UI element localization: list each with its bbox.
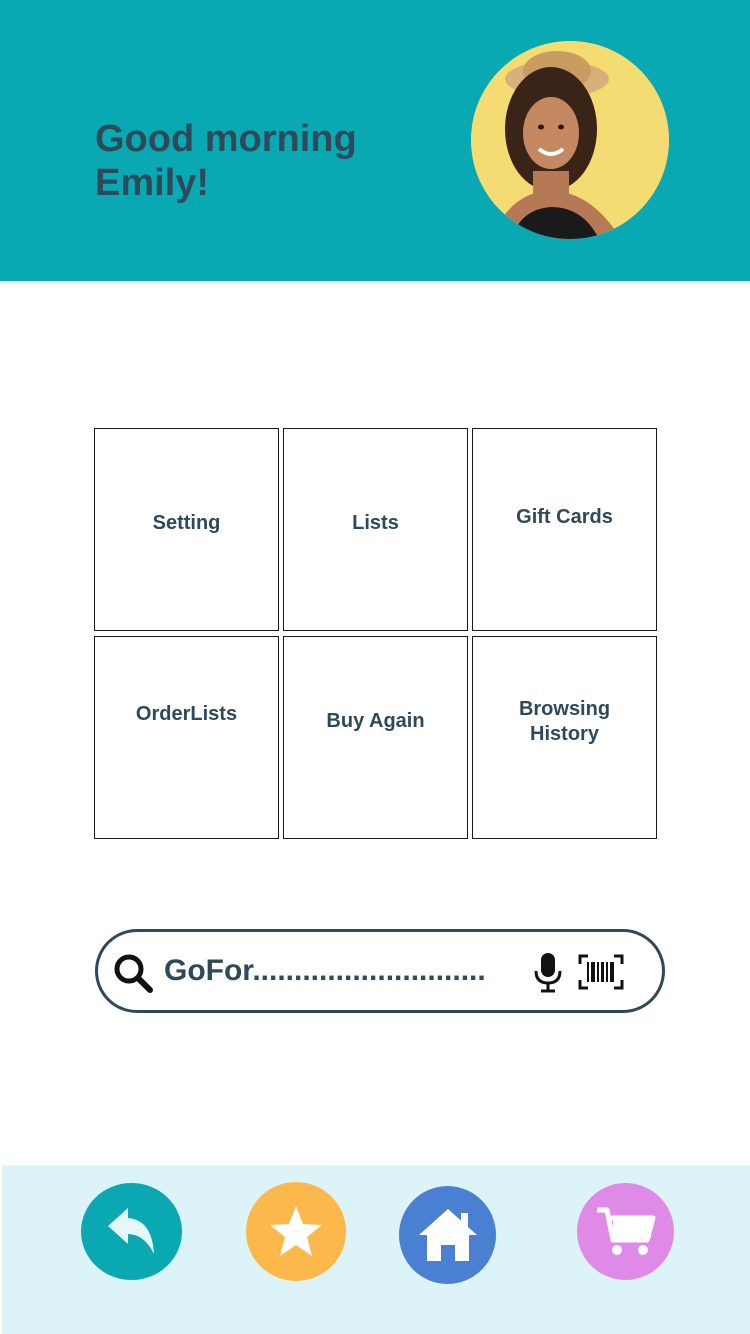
menu-tile-setting[interactable]: Setting (94, 428, 279, 631)
greeting-line-2: Emily! (95, 162, 210, 204)
menu-tile-browsing-history[interactable]: Browsing History (472, 636, 657, 839)
greeting-text: Good morning Emily! (95, 117, 435, 205)
microphone-icon[interactable] (533, 951, 563, 993)
user-avatar-icon (471, 41, 669, 239)
search-bar[interactable] (95, 929, 665, 1013)
header-banner: Good morning Emily! (0, 0, 750, 281)
menu-tile-orderlists[interactable]: OrderLists (94, 636, 279, 839)
search-input[interactable] (164, 949, 514, 993)
home-icon (418, 1209, 477, 1261)
favorites-button[interactable] (246, 1182, 346, 1281)
search-icon[interactable] (112, 952, 154, 994)
menu-tile-label: Browsing History (518, 697, 611, 745)
star-icon (270, 1205, 322, 1256)
back-button[interactable] (81, 1183, 182, 1280)
menu-tile-label: Gift Cards (516, 505, 613, 528)
greeting-line-1: Good morning (95, 118, 357, 160)
menu-tile-lists[interactable]: Lists (283, 428, 468, 631)
menu-tile-label: Setting (152, 511, 221, 534)
barcode-scan-icon[interactable] (578, 954, 624, 990)
cart-button[interactable] (577, 1183, 674, 1280)
menu-tile-buy-again[interactable]: Buy Again (283, 636, 468, 839)
home-button[interactable] (399, 1186, 496, 1284)
avatar[interactable] (471, 41, 669, 239)
menu-tile-label: Lists (352, 511, 399, 534)
menu-tile-label: OrderLists (135, 703, 238, 725)
menu-tile-label: Buy Again (326, 710, 425, 732)
back-arrow-icon (107, 1207, 154, 1254)
cart-icon (596, 1207, 655, 1255)
menu-tile-gift-cards[interactable]: Gift Cards (472, 428, 657, 631)
